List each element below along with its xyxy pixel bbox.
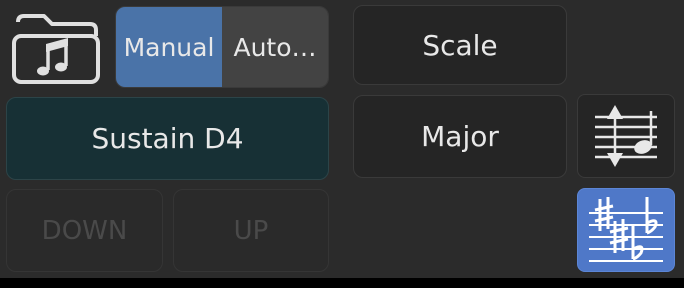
scale-button[interactable]: Scale [353, 5, 567, 85]
sustain-button[interactable]: Sustain D4 [6, 97, 329, 180]
up-button[interactable]: UP [173, 189, 329, 272]
mode-manual-option[interactable]: Manual [116, 7, 222, 87]
sharps-flats-icon [589, 197, 663, 262]
accidentals-button[interactable] [577, 188, 675, 272]
folder-music-icon [12, 14, 100, 84]
transpose-staff-icon [595, 105, 657, 167]
folder-music-button[interactable] [10, 8, 102, 86]
mode-toggle: Manual Auto… [115, 6, 329, 88]
transpose-button[interactable] [577, 94, 675, 178]
mode-auto-option[interactable]: Auto… [222, 7, 328, 87]
down-button[interactable]: DOWN [6, 189, 163, 272]
scale-type-button[interactable]: Major [353, 95, 567, 178]
